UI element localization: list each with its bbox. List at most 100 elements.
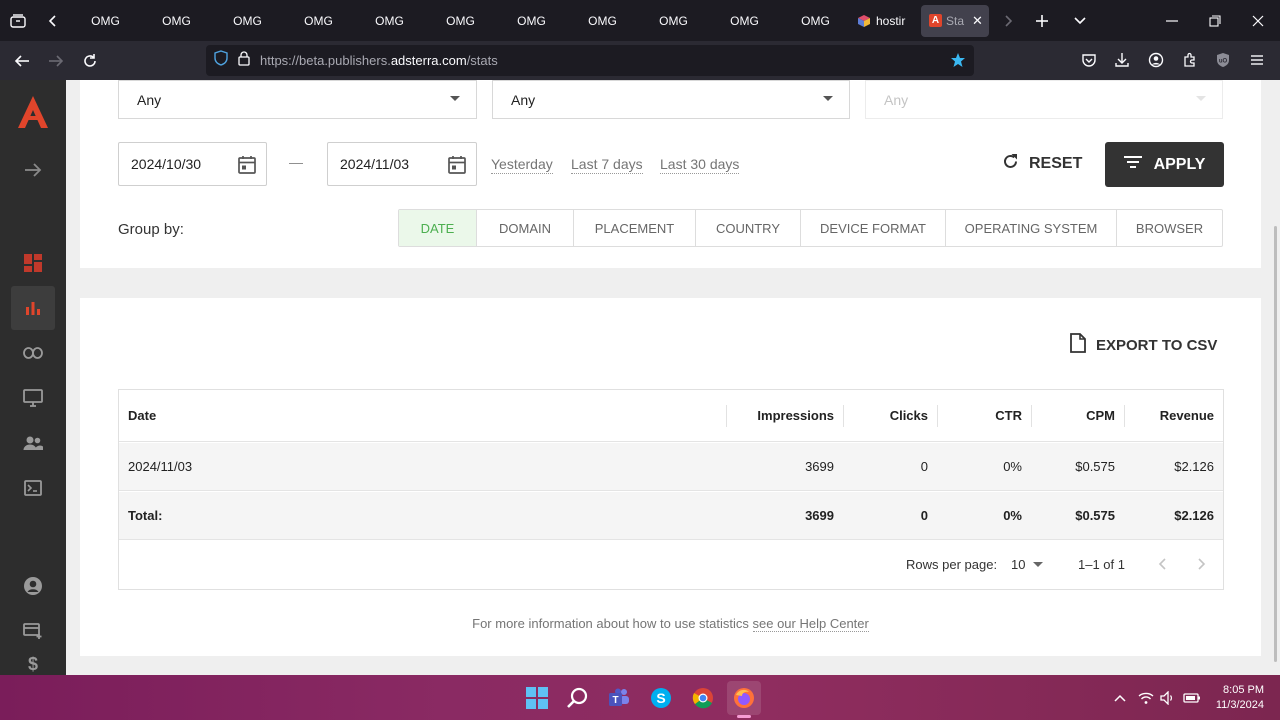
group-by-operating-system[interactable]: OPERATING SYSTEM [946, 210, 1117, 246]
chrome-icon[interactable] [686, 681, 720, 715]
filter-select-1-value: Any [137, 91, 162, 108]
quick-range-last-30-days[interactable]: Last 30 days [660, 156, 740, 174]
close-tab-icon[interactable]: ✕ [972, 13, 983, 29]
referrals-users-icon[interactable] [11, 421, 55, 465]
extensions-icon[interactable] [1175, 45, 1205, 75]
firefox-icon[interactable] [727, 681, 761, 715]
account-icon[interactable] [1141, 45, 1171, 75]
rows-per-page-label: Rows per page: [906, 557, 998, 572]
search-icon[interactable] [561, 681, 595, 715]
new-tab-icon[interactable] [1023, 0, 1061, 41]
previous-page-icon[interactable] [1158, 557, 1168, 574]
filter-lines-icon [1123, 155, 1142, 174]
column-header-revenue[interactable]: Revenue [1125, 390, 1214, 441]
websites-monitor-icon[interactable] [11, 376, 55, 420]
group-by-country[interactable]: COUNTRY [696, 210, 801, 246]
tab-omg[interactable]: OMG [709, 0, 780, 41]
column-header-date[interactable]: Date [128, 390, 156, 441]
table-total-row: Total: 3699 0 0% $0.575 $2.126 [119, 492, 1223, 540]
ublock-origin-icon[interactable]: uO [1208, 45, 1238, 75]
dashboard-icon[interactable] [11, 241, 55, 285]
url-bar[interactable]: https://beta.publishers.adsterra.com/sta… [206, 45, 974, 76]
group-by-date[interactable]: DATE [399, 210, 477, 246]
lock-icon[interactable] [238, 50, 250, 71]
teams-icon[interactable]: T [602, 681, 636, 715]
rows-per-page-select[interactable]: 10 [1011, 551, 1044, 577]
system-clock[interactable]: 8:05 PM 11/3/2024 [1216, 683, 1264, 713]
finance-dollar-icon[interactable]: $ [11, 654, 55, 675]
group-by-domain[interactable]: DOMAIN [477, 210, 574, 246]
calendar-icon[interactable] [448, 155, 466, 177]
skype-icon[interactable]: S [644, 681, 678, 715]
adsterra-logo-icon[interactable] [11, 90, 55, 134]
statistics-chart-icon[interactable] [11, 286, 55, 330]
forward-icon[interactable] [39, 45, 73, 77]
group-by-device-format[interactable]: DEVICE FORMAT [801, 210, 946, 246]
tracking-shield-icon[interactable] [214, 50, 228, 71]
filter-select-1[interactable]: Any [118, 80, 477, 119]
export-csv-button[interactable]: EXPORT TO CSV [1070, 333, 1217, 357]
tab-omg[interactable]: OMG [141, 0, 212, 41]
filter-select-2[interactable]: Any [492, 80, 850, 119]
column-header-ctr[interactable]: CTR [938, 390, 1022, 441]
column-header-impressions[interactable]: Impressions [727, 390, 834, 441]
clock-time: 8:05 PM [1223, 684, 1264, 696]
profile-account-icon[interactable] [11, 564, 55, 608]
wifi-icon[interactable] [1136, 681, 1156, 715]
quick-range-last-7-days[interactable]: Last 7 days [571, 156, 643, 174]
tab-omg[interactable]: OMG [354, 0, 425, 41]
tab-omg[interactable]: OMG [567, 0, 638, 41]
apply-button[interactable]: APPLY [1105, 142, 1224, 187]
cell-ctr: 0% [1003, 459, 1022, 474]
group-by-placement[interactable]: PLACEMENT [574, 210, 696, 246]
tab-omg[interactable]: OMG [425, 0, 496, 41]
tab-omg[interactable]: OMG [70, 0, 141, 41]
svg-text:uO: uO [1219, 59, 1228, 65]
calendar-icon[interactable] [238, 155, 256, 177]
menu-hamburger-icon[interactable] [1242, 45, 1272, 75]
pocket-icon[interactable] [1074, 45, 1104, 75]
tab-omg[interactable]: OMG [496, 0, 567, 41]
minimize-window-icon[interactable] [1151, 0, 1193, 41]
close-window-icon[interactable] [1237, 0, 1279, 41]
reload-icon[interactable] [73, 45, 107, 77]
direct-link-icon[interactable] [11, 331, 55, 375]
adsterra-favicon-icon: A [929, 14, 942, 27]
date-from-input[interactable]: 2024/10/30 [118, 142, 267, 186]
reset-button[interactable]: RESET [1002, 142, 1082, 186]
api-terminal-icon[interactable] [11, 466, 55, 510]
battery-charging-icon[interactable] [1181, 681, 1203, 715]
tab-adsterra-stats[interactable]: A Sta ✕ [921, 4, 989, 37]
tab-omg[interactable]: OMG [283, 0, 354, 41]
list-all-tabs-icon[interactable] [1061, 0, 1099, 41]
tab-omg[interactable]: OMG [212, 0, 283, 41]
group-by-browser[interactable]: BROWSER [1117, 210, 1222, 246]
scroll-tabs-left-icon[interactable] [36, 0, 70, 41]
url-text[interactable]: https://beta.publishers.adsterra.com/sta… [260, 53, 498, 68]
back-icon[interactable] [5, 45, 39, 77]
volume-icon[interactable] [1158, 681, 1178, 715]
scroll-tabs-right-icon[interactable] [993, 0, 1023, 41]
tab-omg[interactable]: OMG [780, 0, 851, 41]
quick-range-yesterday[interactable]: Yesterday [491, 156, 553, 174]
restore-window-icon[interactable] [1194, 0, 1236, 41]
rows-per-page-value: 10 [1011, 556, 1026, 572]
tab-overview-icon[interactable] [0, 0, 36, 41]
next-page-icon[interactable] [1196, 557, 1206, 574]
show-hidden-icons-chevron-icon[interactable] [1110, 681, 1130, 715]
page-scrollbar[interactable] [1274, 226, 1277, 662]
column-header-clicks[interactable]: Clicks [844, 390, 928, 441]
tab-omg[interactable]: OMG [638, 0, 709, 41]
windows-start-icon[interactable] [520, 681, 554, 715]
group-by-label: Group by: [118, 221, 184, 238]
bookmark-star-icon[interactable] [950, 52, 966, 73]
help-center-link[interactable]: see our Help Center [752, 616, 869, 632]
date-to-input[interactable]: 2024/11/03 [327, 142, 477, 186]
column-header-cpm[interactable]: CPM [1032, 390, 1115, 441]
chevron-down-icon [1196, 96, 1206, 101]
downloads-icon[interactable] [1107, 45, 1137, 75]
payments-card-icon[interactable] [11, 609, 55, 653]
expand-sidebar-arrow-icon[interactable] [11, 148, 55, 192]
table-header-row: Date Impressions Clicks CTR CPM Revenue [119, 390, 1223, 442]
tab-hosting[interactable]: hostir [851, 0, 917, 41]
